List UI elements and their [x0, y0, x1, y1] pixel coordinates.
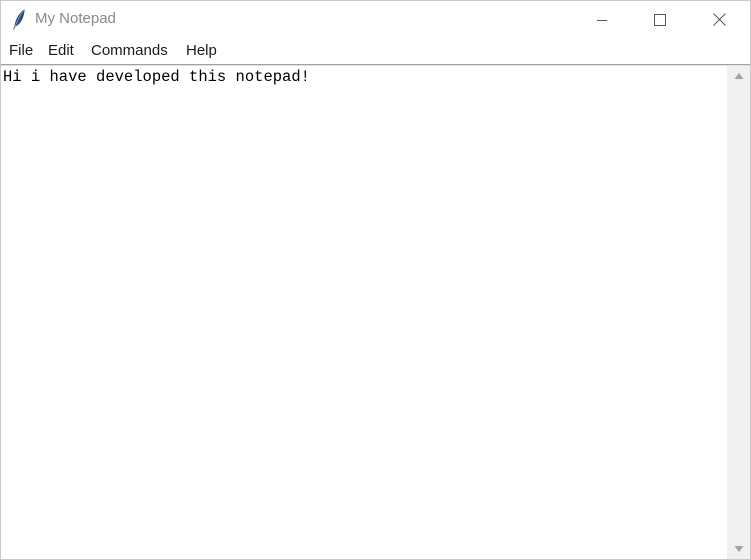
scroll-down-button[interactable] — [727, 539, 750, 559]
scroll-up-arrow-icon — [734, 73, 743, 79]
minimize-button[interactable] — [573, 1, 631, 38]
scroll-up-button[interactable] — [727, 66, 750, 86]
text-editor[interactable]: Hi i have developed this notepad! — [1, 66, 727, 559]
minimize-icon — [597, 19, 607, 21]
menu-bar: File Edit Commands Help — [1, 39, 750, 63]
maximize-icon — [654, 13, 666, 26]
menu-edit[interactable]: Edit — [48, 42, 74, 60]
window-title: My Notepad — [35, 10, 116, 27]
title-bar[interactable]: My Notepad — [1, 1, 750, 38]
vertical-scrollbar[interactable] — [727, 66, 750, 559]
menu-file[interactable]: File — [9, 42, 33, 60]
close-button[interactable] — [690, 1, 748, 38]
feather-icon[interactable] — [11, 8, 27, 30]
scroll-down-arrow-icon — [734, 546, 743, 552]
menu-commands[interactable]: Commands — [91, 42, 168, 60]
scrollbar-track[interactable] — [727, 86, 750, 539]
notepad-window: My Notepad File Edit Commands Help Hi i … — [0, 0, 751, 560]
close-icon — [712, 13, 726, 26]
maximize-button[interactable] — [631, 1, 689, 38]
menu-help[interactable]: Help — [186, 42, 217, 60]
